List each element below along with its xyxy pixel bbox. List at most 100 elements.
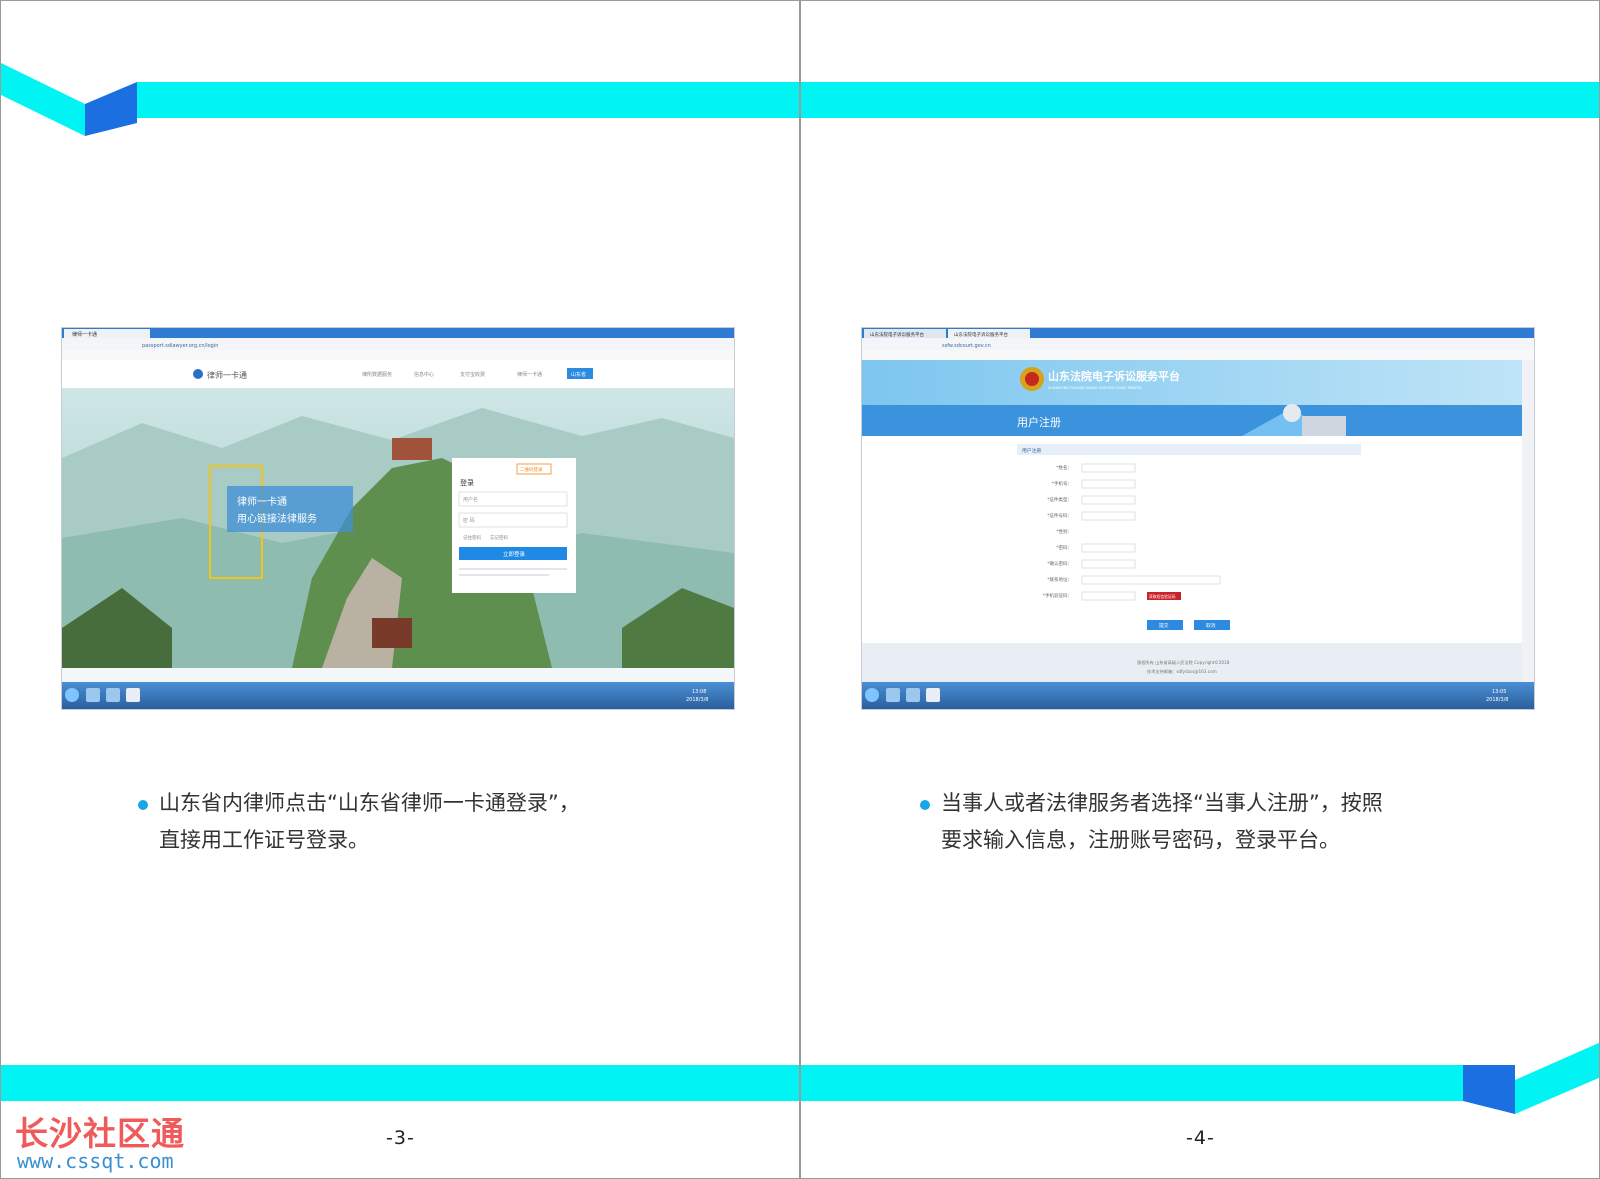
login-submit-text: 立即登录 — [503, 550, 526, 558]
bottom-right-cyan-ribbon — [1515, 1042, 1599, 1114]
windows-taskbar — [862, 682, 1534, 709]
browser-tab-2-title: 山东法院电子诉讼服务平台 — [954, 331, 1008, 338]
portal-title: 山东法院电子诉讼服务平台 — [1048, 369, 1180, 383]
form-input-password — [1081, 543, 1136, 553]
start-button-icon — [865, 688, 879, 702]
taskbar-icon-1 — [886, 688, 900, 702]
portal-header — [862, 360, 1522, 405]
browser-title-bar — [62, 328, 734, 338]
court-register-screenshot-drawing: 山东法院电子诉讼服务平台 山东法院电子诉讼服务平台 ssfw.sdcourt.g… — [862, 328, 1534, 709]
register-banner — [862, 405, 1522, 436]
submit-button-text: 提交 — [1159, 622, 1169, 629]
form-input-phone — [1081, 479, 1136, 489]
document-spread: 律师一卡通 passport.sdlawyer.org.cn/login 律师一… — [0, 0, 1600, 1179]
form-label-address: *联系地址： — [1047, 576, 1072, 583]
taskbar-chrome-icon — [926, 688, 940, 702]
login-password-placeholder: 密 码 — [463, 517, 475, 524]
watermark-title: 长沙社区通 — [15, 1114, 185, 1153]
get-sms-code-text: 获取短信验证码 — [1149, 594, 1176, 599]
windows-taskbar — [62, 682, 734, 709]
bullet-dot — [138, 800, 148, 810]
register-form-area — [862, 436, 1522, 643]
form-label-id-number: *证件号码： — [1047, 512, 1072, 519]
browser-tab-1-title: 山东法院电子诉讼服务平台 — [870, 331, 924, 338]
footer-line-2: 技术支持邮箱：sdfydzss@163.com — [1147, 668, 1217, 675]
form-label-confirm-password: *确认密码： — [1047, 560, 1072, 567]
form-input-address — [1081, 575, 1221, 585]
page-number-4: -4- — [1186, 1127, 1215, 1149]
robot-head-icon — [1283, 404, 1301, 422]
login-note-line1 — [459, 568, 567, 570]
login-title: 登录 — [460, 478, 474, 487]
browser-address: passport.sdlawyer.org.cn/login — [142, 343, 218, 349]
form-label-phone: *手机号： — [1052, 480, 1072, 487]
form-section-header — [1017, 444, 1361, 455]
login-password-input — [458, 512, 568, 528]
lawyer-login-screenshot: 律师一卡通 passport.sdlawyer.org.cn/login 律师一… — [61, 327, 735, 710]
hero-blue-box — [227, 486, 353, 532]
bottom-right-blue-fold — [1463, 1065, 1515, 1114]
form-input-confirm-password — [1081, 559, 1136, 569]
site-logo-text: 律师一卡通 — [207, 370, 247, 380]
banner-title: 用户注册 — [1017, 415, 1061, 429]
nav-item-3: 支付宝收费 — [460, 371, 485, 378]
top-left-blue-fold — [85, 82, 137, 136]
login-note-line2 — [459, 574, 549, 576]
form-label-gender: *性别： — [1056, 528, 1072, 535]
qr-login-badge-text: 二维码登录 — [520, 466, 543, 473]
taskbar-icon-2 — [106, 688, 120, 702]
top-left-cyan-ribbon — [1, 63, 85, 136]
form-label-id-type: *证件类型： — [1047, 496, 1072, 503]
top-cyan-band — [801, 82, 1599, 118]
taskbar-date: 2018/3/8 — [1486, 697, 1508, 703]
nav-item-5: 山东省 — [571, 371, 586, 378]
caption-line-1: 当事人或者法律服务者选择“当事人注册”，按照 — [941, 791, 1383, 815]
page-number-3: -3- — [386, 1127, 415, 1149]
caption-line-2: 要求输入信息，注册账号密码，登录平台。 — [941, 828, 1340, 852]
cancel-button-text: 取消 — [1206, 622, 1216, 629]
caption-page-4: 当事人或者法律服务者选择“当事人注册”，按照 要求输入信息，注册账号密码，登录平… — [941, 785, 1541, 859]
temple-bottom — [372, 618, 412, 648]
bottom-cyan-band — [1, 1065, 799, 1101]
login-remember: 记住密码 — [463, 534, 481, 541]
hero-line1: 律师一卡通 — [237, 495, 287, 508]
taskbar-icon-2 — [906, 688, 920, 702]
robot-laptop — [1302, 416, 1346, 436]
start-button-icon — [65, 688, 79, 702]
caption-page-3: 山东省内律师点击“山东省律师一卡通登录”， 直接用工作证号登录。 — [159, 785, 719, 859]
court-register-screenshot: 山东法院电子诉讼服务平台 山东法院电子诉讼服务平台 ssfw.sdcourt.g… — [861, 327, 1535, 710]
nav-item-2: 信息中心 — [414, 371, 434, 378]
court-emblem-center — [1025, 372, 1039, 386]
bookmark-bar — [862, 350, 1534, 360]
caption-line-2: 直接用工作证号登录。 — [159, 828, 369, 852]
site-logo-icon — [193, 369, 203, 379]
nav-item-4: 律师一卡通 — [517, 371, 542, 378]
page-footer — [62, 668, 734, 682]
bottom-cyan-band — [801, 1065, 1463, 1101]
taskbar-date: 2018/3/8 — [686, 697, 708, 703]
login-username-placeholder: 用户名 — [463, 496, 478, 503]
site-header — [62, 360, 734, 388]
lawyer-login-screenshot-drawing: 律师一卡通 passport.sdlawyer.org.cn/login 律师一… — [62, 328, 734, 709]
taskbar-chrome-icon — [126, 688, 140, 702]
form-label-password: *密码： — [1056, 544, 1072, 551]
footer-line-1: 版权所有 山东省高级人民法院 Copyright©2018 — [1137, 659, 1230, 666]
taskbar-time: 13:08 — [692, 689, 706, 695]
form-input-name — [1081, 463, 1136, 473]
form-input-id-number — [1081, 511, 1136, 521]
watermark-url: www.cssqt.com — [17, 1149, 174, 1173]
portal-subtitle: SHANDONG FAYUAN DIANZI SUSONG FUWU PINGT… — [1048, 386, 1142, 390]
page-scrollbar — [1522, 360, 1534, 682]
login-forgot: 忘记密码 — [490, 534, 508, 541]
bullet-dot — [920, 800, 930, 810]
bookmark-bar — [62, 350, 734, 360]
hero-line2: 用心链接法律服务 — [237, 512, 317, 525]
page-3: 律师一卡通 passport.sdlawyer.org.cn/login 律师一… — [0, 0, 800, 1179]
form-label-sms-code: *手机验证码： — [1043, 592, 1072, 599]
taskbar-time: 13:05 — [1492, 689, 1506, 695]
browser-address: ssfw.sdcourt.gov.cn — [942, 343, 991, 349]
caption-line-1: 山东省内律师点击“山东省律师一卡通登录”， — [159, 791, 580, 815]
form-section-title: 用户注册 — [1022, 447, 1041, 454]
browser-tab-title: 律师一卡通 — [72, 331, 97, 338]
page-4: 山东法院电子诉讼服务平台 山东法院电子诉讼服务平台 ssfw.sdcourt.g… — [800, 0, 1600, 1179]
